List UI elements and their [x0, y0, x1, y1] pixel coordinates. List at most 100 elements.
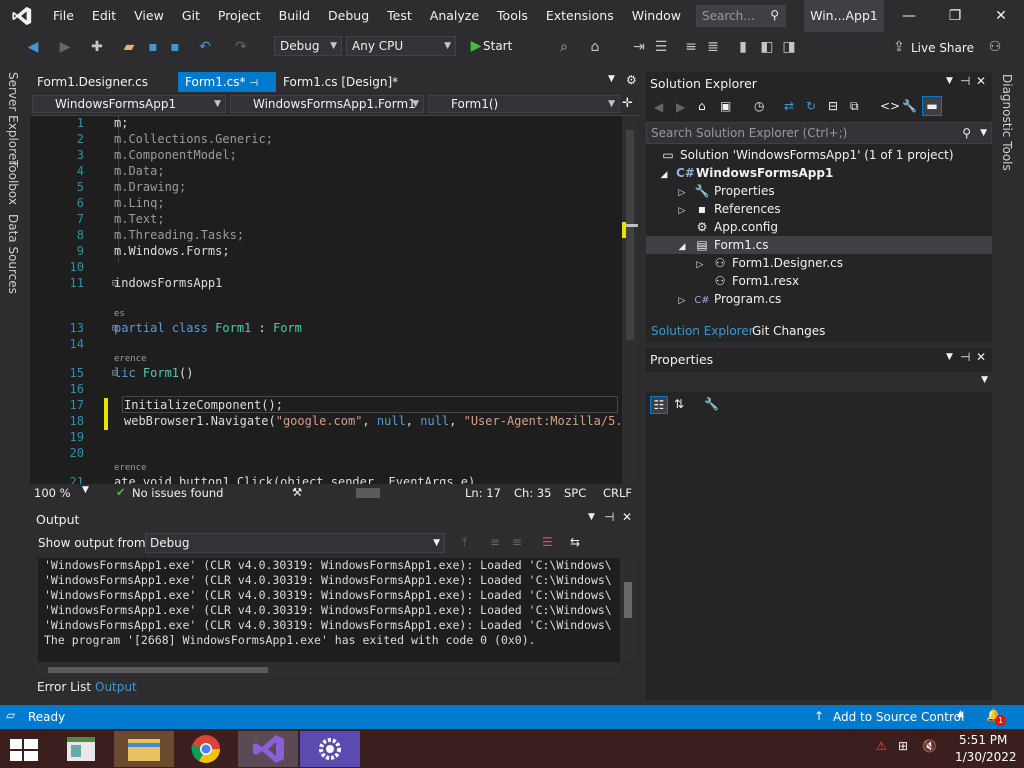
visual-studio-app-icon[interactable] — [238, 731, 298, 767]
search-input[interactable]: Search... ⚲ — [696, 5, 786, 27]
indent-mode[interactable]: SPC — [564, 486, 586, 500]
bookmark-icon[interactable]: ▮ — [734, 38, 752, 56]
volume-muted-icon[interactable]: 🔇 — [922, 739, 937, 753]
line-position[interactable]: Ln: 17 — [465, 486, 501, 500]
data-sources-tab[interactable]: Data Sources — [6, 214, 20, 294]
pin-icon[interactable]: ⊣ — [249, 78, 258, 89]
menu-window[interactable]: Window — [623, 0, 690, 32]
layout-icon[interactable]: ☰ — [652, 38, 670, 56]
output-horizontal-scrollbar[interactable] — [38, 664, 620, 676]
close-button[interactable]: ✕ — [978, 0, 1024, 32]
codelens-references[interactable]: erence — [114, 463, 147, 473]
split-icon[interactable]: ✛ — [622, 96, 633, 111]
collapsed-icon[interactable]: ▷ — [674, 202, 690, 220]
collapsed-icon[interactable]: ▷ — [692, 256, 708, 274]
tree-project[interactable]: ◢ C#WindowsFormsApp1 — [656, 164, 834, 184]
prev-message-icon[interactable]: ≡ — [490, 535, 500, 549]
new-project-icon[interactable]: ✚ — [88, 38, 106, 56]
word-wrap-icon[interactable]: ⇆ — [570, 535, 580, 549]
menu-debug[interactable]: Debug — [319, 0, 378, 32]
menu-build[interactable]: Build — [270, 0, 319, 32]
settings-app-icon[interactable] — [300, 731, 360, 767]
chevron-down-icon[interactable]: ▼ — [946, 352, 953, 362]
project-select[interactable]: WindowsFormsApp1 ▼ — [32, 95, 226, 113]
collapsed-icon[interactable]: ▷ — [674, 292, 690, 310]
collapse-all-icon[interactable]: ⊟ — [828, 99, 838, 113]
clock-date[interactable]: 1/30/2022 — [955, 750, 1017, 764]
close-icon[interactable]: ✕ — [976, 74, 986, 88]
expanded-icon[interactable]: ◢ — [656, 166, 672, 184]
pin-icon[interactable]: ⊣ — [604, 510, 614, 524]
bookmark-prev-icon[interactable]: ◧ — [758, 38, 776, 56]
chevron-down-icon[interactable]: ▼ — [980, 123, 987, 143]
code-editor[interactable]: 1 2 3 4 5 6 7 8 9 10 11 13 14 15 16 17 1… — [30, 116, 622, 484]
output-source-select[interactable]: Debug ▼ — [145, 533, 445, 553]
editor-vertical-scrollbar[interactable] — [622, 116, 638, 484]
menu-view[interactable]: View — [125, 0, 173, 32]
redo-icon[interactable]: ↷ — [232, 38, 250, 56]
tree-program-cs[interactable]: ▷ C# Program.cs — [674, 290, 782, 310]
windows-start-icon[interactable] — [0, 731, 60, 767]
line-ending[interactable]: CRLF — [603, 486, 632, 500]
tab-form1-design[interactable]: Form1.cs [Design]* — [276, 72, 405, 92]
menu-extensions[interactable]: Extensions — [537, 0, 623, 32]
add-to-source-control-button[interactable]: Add to Source Control — [833, 710, 964, 724]
menu-edit[interactable]: Edit — [83, 0, 125, 32]
chrome-icon[interactable] — [176, 731, 236, 767]
tree-properties[interactable]: ▷ 🔧 Properties — [674, 182, 775, 200]
feedback-icon[interactable]: ⚇ — [986, 38, 1004, 56]
align-icon[interactable]: ≡ — [682, 38, 700, 56]
zoom-level[interactable]: 100 % — [34, 486, 71, 500]
comment-icon[interactable]: ≣ — [704, 38, 722, 56]
tab-solution-explorer[interactable]: Solution Explorer — [651, 324, 754, 338]
home-icon[interactable]: ⌂ — [698, 99, 706, 113]
chevron-down-icon[interactable]: ▼ — [588, 512, 595, 522]
class-select[interactable]: WindowsFormsApp1.Form1 ▼ — [230, 95, 424, 113]
chevron-up-icon[interactable]: ▲ — [957, 709, 964, 719]
clear-all-icon[interactable]: ☰ — [542, 535, 553, 549]
tab-git-changes[interactable]: Git Changes — [752, 324, 825, 338]
refresh-icon[interactable]: ↻ — [806, 99, 816, 113]
tree-references[interactable]: ▷ ▪ References — [674, 200, 781, 218]
gear-icon[interactable]: ⚙ — [626, 73, 637, 87]
tab-error-list[interactable]: Error List — [37, 680, 91, 694]
notepad-app-icon[interactable] — [52, 731, 112, 767]
tab-form1-cs[interactable]: Form1.cs* ⊣ ✕ — [178, 72, 276, 111]
properties-object-select[interactable]: ▼ — [646, 372, 992, 392]
live-share-button[interactable]: Live Share — [911, 41, 974, 55]
close-icon[interactable]: ✕ — [976, 350, 986, 364]
switch-views-icon[interactable]: ▣ — [720, 99, 731, 113]
start-button[interactable]: Start — [483, 39, 512, 53]
close-icon[interactable]: ✕ — [622, 510, 632, 524]
back-icon[interactable]: ◀ — [654, 100, 663, 114]
codelens-references[interactable]: es — [114, 309, 125, 319]
sync-icon[interactable]: ⇄ — [784, 99, 794, 113]
show-all-files-icon[interactable]: ⧉ — [850, 99, 859, 114]
next-message-icon[interactable]: ≡ — [512, 535, 522, 549]
diagnostic-tools-tab[interactable]: Diagnostic Tools — [1000, 74, 1014, 171]
minimize-button[interactable]: — — [886, 0, 932, 32]
menu-test[interactable]: Test — [378, 0, 421, 32]
menu-git[interactable]: Git — [173, 0, 209, 32]
file-explorer-icon[interactable] — [114, 731, 174, 767]
clock-time[interactable]: 5:51 PM — [959, 733, 1007, 747]
menu-tools[interactable]: Tools — [488, 0, 537, 32]
history-icon[interactable]: ◷ — [754, 99, 764, 113]
find-in-files-icon[interactable]: ⌕ — [555, 38, 573, 56]
brush-icon[interactable]: ⚒ — [292, 485, 302, 499]
tree-form1-cs[interactable]: ◢ ▤ Form1.cs — [674, 236, 769, 254]
member-select[interactable]: Form1() ▼ — [428, 95, 620, 113]
tree-solution[interactable]: ▭ Solution 'WindowsFormsApp1' (1 of 1 pro… — [660, 146, 953, 164]
wrench-icon[interactable]: 🔧 — [902, 99, 917, 113]
forward-icon[interactable]: ▶ — [56, 38, 74, 56]
view-code-icon[interactable]: <> — [880, 99, 900, 113]
tree-form1-resx[interactable]: ⚇ Form1.resx — [712, 272, 799, 290]
scrollbar-thumb[interactable] — [624, 582, 632, 618]
live-share-icon[interactable]: ⇪ — [890, 38, 908, 56]
menu-file[interactable]: File — [44, 0, 83, 32]
toolbox-icon[interactable]: ⌂ — [586, 38, 604, 56]
output-text-area[interactable]: 'WindowsFormsApp1.exe' (CLR v4.0.30319: … — [38, 558, 620, 662]
network-status-icon[interactable]: ⚠ — [876, 739, 887, 753]
preview-selected-icon[interactable]: ▬ — [922, 96, 942, 116]
back-icon[interactable]: ◀ — [24, 38, 42, 56]
